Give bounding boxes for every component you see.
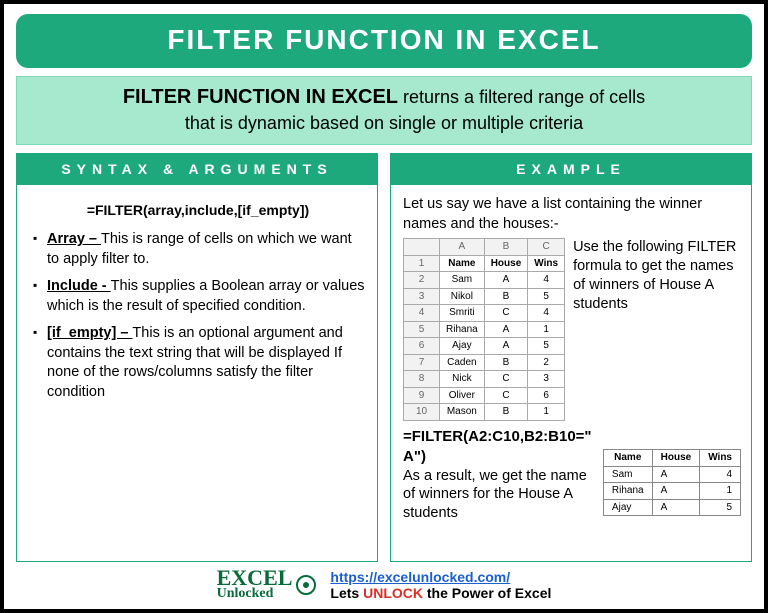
cell: Wins (700, 450, 741, 467)
cell: 5 (528, 338, 565, 355)
example-column: EXAMPLE Let us say we have a list contai… (390, 153, 752, 562)
footer-right: https://excelunlocked.com/ Lets UNLOCK t… (330, 569, 551, 601)
arg-include: Include - This supplies a Boolean array … (33, 277, 367, 316)
cell: C (484, 305, 528, 322)
formula-line1: =FILTER(A2:C10,B2:B10=" (403, 428, 592, 445)
footer-tagline: Lets UNLOCK the Power of Excel (330, 585, 551, 601)
cell: Wins (528, 255, 565, 272)
cell: 1 (404, 255, 440, 272)
cell: Ajay (603, 499, 652, 516)
formula-line2: A") (403, 447, 593, 467)
arg-array: Array – This is range of cells on which … (33, 230, 367, 269)
content-columns: SYNTAX & ARGUMENTS =FILTER(array,include… (16, 153, 752, 562)
cell: C (484, 371, 528, 388)
cell: 10 (404, 404, 440, 421)
cell: A (652, 499, 700, 516)
cell: 3 (404, 288, 440, 305)
cell: Smriti (440, 305, 485, 322)
cell: 9 (404, 387, 440, 404)
syntax-args-list: Array – This is range of cells on which … (29, 230, 367, 403)
cell: Mason (440, 404, 485, 421)
cell: 7 (404, 354, 440, 371)
page-title: FILTER FUNCTION IN EXCEL (16, 14, 752, 68)
cell: B (484, 354, 528, 371)
cell: A (484, 338, 528, 355)
cell: Rihana (440, 321, 485, 338)
cell: 4 (404, 305, 440, 322)
cell: Caden (440, 354, 485, 371)
example-body: Let us say we have a list containing the… (390, 185, 752, 562)
example-bottom-row: A") As a result, we get the name of winn… (403, 447, 741, 523)
cell: 1 (528, 321, 565, 338)
cell: A (652, 466, 700, 483)
syntax-formula: =FILTER(array,include,[if_empty]) (29, 201, 367, 220)
tag-unlock: UNLOCK (363, 585, 423, 601)
cell: A (440, 239, 485, 256)
cell: 3 (528, 371, 565, 388)
example-header: EXAMPLE (390, 153, 752, 185)
cell: A (484, 321, 528, 338)
cell: House (484, 255, 528, 272)
cell: A (652, 483, 700, 500)
subtitle-rest2: that is dynamic based on single or multi… (185, 113, 583, 133)
syntax-body: =FILTER(array,include,[if_empty]) Array … (16, 185, 378, 562)
cell: 6 (528, 387, 565, 404)
cell: Rihana (603, 483, 652, 500)
logo-bottom: Unlocked (217, 588, 293, 601)
subtitle-rest1: returns a filtered range of cells (398, 87, 645, 107)
cell: A (484, 272, 528, 289)
logo: EXCEL Unlocked (217, 568, 317, 601)
cell: Sam (440, 272, 485, 289)
cell: B (484, 239, 528, 256)
cell: Oliver (440, 387, 485, 404)
cell: Ajay (440, 338, 485, 355)
footer-link[interactable]: https://excelunlocked.com/ (330, 569, 510, 585)
cell (404, 239, 440, 256)
syntax-column: SYNTAX & ARGUMENTS =FILTER(array,include… (16, 153, 378, 562)
cell: B (484, 404, 528, 421)
cell: 5 (404, 321, 440, 338)
result-table: Name House Wins SamA4 RihanaA1 AjayA5 (603, 449, 741, 516)
cell: Name (603, 450, 652, 467)
cell: Nikol (440, 288, 485, 305)
example-intro: Let us say we have a list containing the… (403, 195, 741, 234)
logo-text: EXCEL Unlocked (217, 568, 293, 601)
cell: 4 (528, 272, 565, 289)
arg-ifempty: [if_empty] – This is an optional argumen… (33, 324, 367, 402)
cell: C (484, 387, 528, 404)
cell: 2 (528, 354, 565, 371)
cell: 4 (700, 466, 741, 483)
cell: House (652, 450, 700, 467)
example-side-text: Use the following FILTER formula to get … (573, 238, 741, 313)
arg-name: Array – (47, 231, 101, 247)
cell: 2 (404, 272, 440, 289)
cell: 1 (700, 483, 741, 500)
arg-name: [if_empty] – (47, 325, 132, 341)
cell: 8 (404, 371, 440, 388)
example-top-row: A B C 1 Name House Wins 2SamA4 3NikolB5 … (403, 238, 741, 421)
subtitle-bold: FILTER FUNCTION IN EXCEL (123, 86, 398, 108)
cell: C (528, 239, 565, 256)
cell: Sam (603, 466, 652, 483)
tag-post: the Power of Excel (423, 585, 551, 601)
footer: EXCEL Unlocked https://excelunlocked.com… (16, 566, 752, 603)
example-formula: =FILTER(A2:C10,B2:B10=" (403, 427, 741, 447)
syntax-header: SYNTAX & ARGUMENTS (16, 153, 378, 185)
cell: B (484, 288, 528, 305)
result-text: As a result, we get the name of winners … (403, 468, 587, 522)
source-table: A B C 1 Name House Wins 2SamA4 3NikolB5 … (403, 238, 565, 421)
cell: 1 (528, 404, 565, 421)
lock-icon (296, 575, 316, 595)
arg-name: Include - (47, 278, 111, 294)
tag-pre: Lets (330, 585, 363, 601)
cell: 6 (404, 338, 440, 355)
cell: 4 (528, 305, 565, 322)
cell: Name (440, 255, 485, 272)
result-block: A") As a result, we get the name of winn… (403, 447, 593, 523)
subtitle-band: FILTER FUNCTION IN EXCEL returns a filte… (16, 76, 752, 145)
cell: 5 (528, 288, 565, 305)
cell: 5 (700, 499, 741, 516)
cell: Nick (440, 371, 485, 388)
